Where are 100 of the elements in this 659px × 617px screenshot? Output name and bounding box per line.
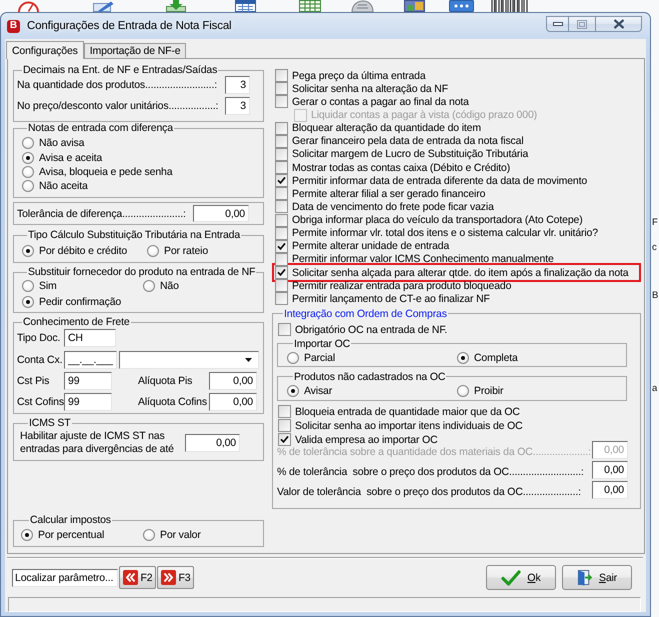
radio-label: Por débito e crédito [39, 245, 128, 257]
ok-button[interactable]: Ok [486, 565, 556, 590]
checkbox-label: Permitir informar data de entrada diferente da data de movimento [292, 174, 588, 187]
radio-label: Não [160, 280, 179, 292]
input-field[interactable]: 0,00 [209, 372, 257, 390]
checkbox[interactable] [275, 200, 288, 214]
field-label: Valor de tolerância sobre o preço dos produtos da OC....................: [277, 484, 581, 499]
checkbox[interactable] [275, 266, 288, 280]
checkbox[interactable] [275, 292, 288, 306]
checkbox-label: Data de vencimento do frete pode ficar vazia [292, 200, 494, 213]
radio-button[interactable] [22, 296, 34, 308]
input-field[interactable]: 99 [64, 372, 112, 390]
pencil-icon[interactable] [92, 0, 116, 12]
radio-button[interactable] [143, 280, 155, 292]
radio-button[interactable] [147, 245, 159, 257]
checkbox-label: Permitir realizar entrada para produto bloqueado [292, 280, 512, 292]
radio-button[interactable] [287, 352, 299, 364]
checkbox[interactable] [275, 214, 288, 227]
input-field[interactable]: 0,00 [592, 480, 628, 499]
radio-button[interactable] [143, 529, 155, 541]
group-title: Conhecimento de Frete [22, 316, 131, 328]
field-label: No preço/desconto valor unitários.................: [17, 100, 220, 112]
checkbox[interactable] [275, 174, 288, 188]
radio-button[interactable] [22, 166, 34, 178]
checkbox[interactable] [275, 134, 288, 148]
checkbox[interactable] [275, 122, 288, 135]
tab[interactable]: Importação de NF-e [84, 43, 186, 58]
field-label: Cst Pis [17, 375, 50, 387]
field-label: % de tolerância sobre a quantidade dos materiais da OC....................: [277, 446, 591, 459]
radio-button[interactable] [22, 280, 34, 292]
checkbox[interactable] [275, 226, 288, 240]
radio-label: Avisa, bloqueia e pede senha [39, 166, 172, 178]
input-field[interactable]: 3 [225, 97, 250, 115]
radio-button[interactable] [21, 529, 33, 541]
double-chevron-right-icon [160, 570, 176, 585]
radio-label: Completa [474, 352, 518, 364]
gauge-icon[interactable] [17, 0, 40, 12]
exit-button[interactable]: Sair [562, 565, 632, 590]
checkbox[interactable] [275, 95, 288, 108]
checkbox[interactable] [275, 148, 288, 161]
checkbox-label: Valida empresa ao importar OC [295, 434, 438, 446]
group-title: Importar OC [293, 338, 352, 350]
radio-button[interactable] [22, 180, 34, 192]
group-title: Notas de entrada com diferença [27, 122, 174, 134]
barcode-icon[interactable] [491, 0, 529, 12]
radio-button[interactable] [457, 352, 469, 364]
radio-button[interactable] [287, 384, 299, 397]
input-field[interactable]: 3 [225, 76, 250, 94]
checkbox[interactable] [275, 252, 288, 266]
checkbox[interactable] [275, 240, 288, 253]
download-icon[interactable] [165, 0, 187, 12]
picture-icon[interactable] [404, 0, 425, 12]
table-icon[interactable] [235, 0, 256, 12]
input-field[interactable]: CH [64, 329, 116, 347]
radio-label: Parcial [304, 352, 336, 364]
previous-button[interactable]: F2 [119, 566, 156, 589]
radio-button[interactable] [22, 137, 34, 150]
radio-label: Avisar [304, 384, 332, 397]
device-icon[interactable] [350, 0, 375, 12]
field-label: Habilitar ajuste de ICMS ST nas entradas para divergências de até [20, 430, 175, 456]
checkbox[interactable] [278, 323, 291, 336]
checkbox-label: Solicitar senha ao importar itens individuais de OC [295, 420, 523, 432]
checkbox-label: Bloqueia entrada de quantidade maior que da OC [295, 406, 520, 418]
maximize-icon [577, 20, 587, 28]
checkbox-label: Solicitar senha na alteração da NF [292, 82, 448, 95]
minimize-button[interactable] [546, 16, 569, 32]
tab[interactable]: Configurações [6, 41, 84, 59]
spreadsheet-icon[interactable] [299, 0, 321, 12]
checkbox[interactable] [275, 279, 288, 292]
background-text: c [652, 241, 657, 254]
input-field[interactable]: 99 [64, 393, 112, 411]
checkbox[interactable] [275, 69, 288, 82]
checkbox[interactable] [278, 405, 291, 418]
checkbox-label: Permite alterar unidade de entrada [292, 240, 450, 252]
field-label: Tolerância de diferença......................: [17, 208, 187, 220]
radio-button[interactable] [457, 384, 469, 397]
checkbox[interactable] [275, 82, 288, 96]
checkbox-label: Gerar financeiro pela data de entrada da nota fiscal [292, 135, 524, 148]
input-field[interactable]: 0,00 [209, 393, 257, 411]
door-icon [576, 569, 592, 586]
checkbox[interactable] [278, 419, 291, 432]
search-field[interactable]: Localizar parâmetro... [12, 568, 118, 586]
next-button[interactable]: F3 [157, 566, 194, 589]
close-button[interactable] [596, 16, 642, 32]
checkbox-label: Pega preço da última entrada [292, 70, 426, 82]
input-field[interactable]: 0,00 [592, 460, 628, 479]
checkbox[interactable] [275, 187, 288, 200]
input-field[interactable]: 0,00 [193, 205, 249, 222]
radio-label: Avisa e aceita [39, 152, 102, 164]
checkbox[interactable] [275, 161, 288, 174]
message-icon[interactable] [449, 0, 474, 12]
dropdown[interactable] [119, 351, 259, 369]
radio-button[interactable] [22, 245, 34, 257]
input-field[interactable]: 0,00 [185, 434, 240, 452]
radio-label: Proibir [474, 384, 504, 397]
radio-button[interactable] [22, 152, 34, 164]
checkbox-label: Permitir lançamento de CT-e ao finalizar NF [292, 292, 490, 305]
checkbox[interactable] [278, 433, 291, 446]
checkbox-label: Mostrar todas as contas caixa (Débito e Crédito) [292, 162, 510, 174]
checkbox-label: Bloquear alteração da quantidade do item [292, 122, 481, 134]
